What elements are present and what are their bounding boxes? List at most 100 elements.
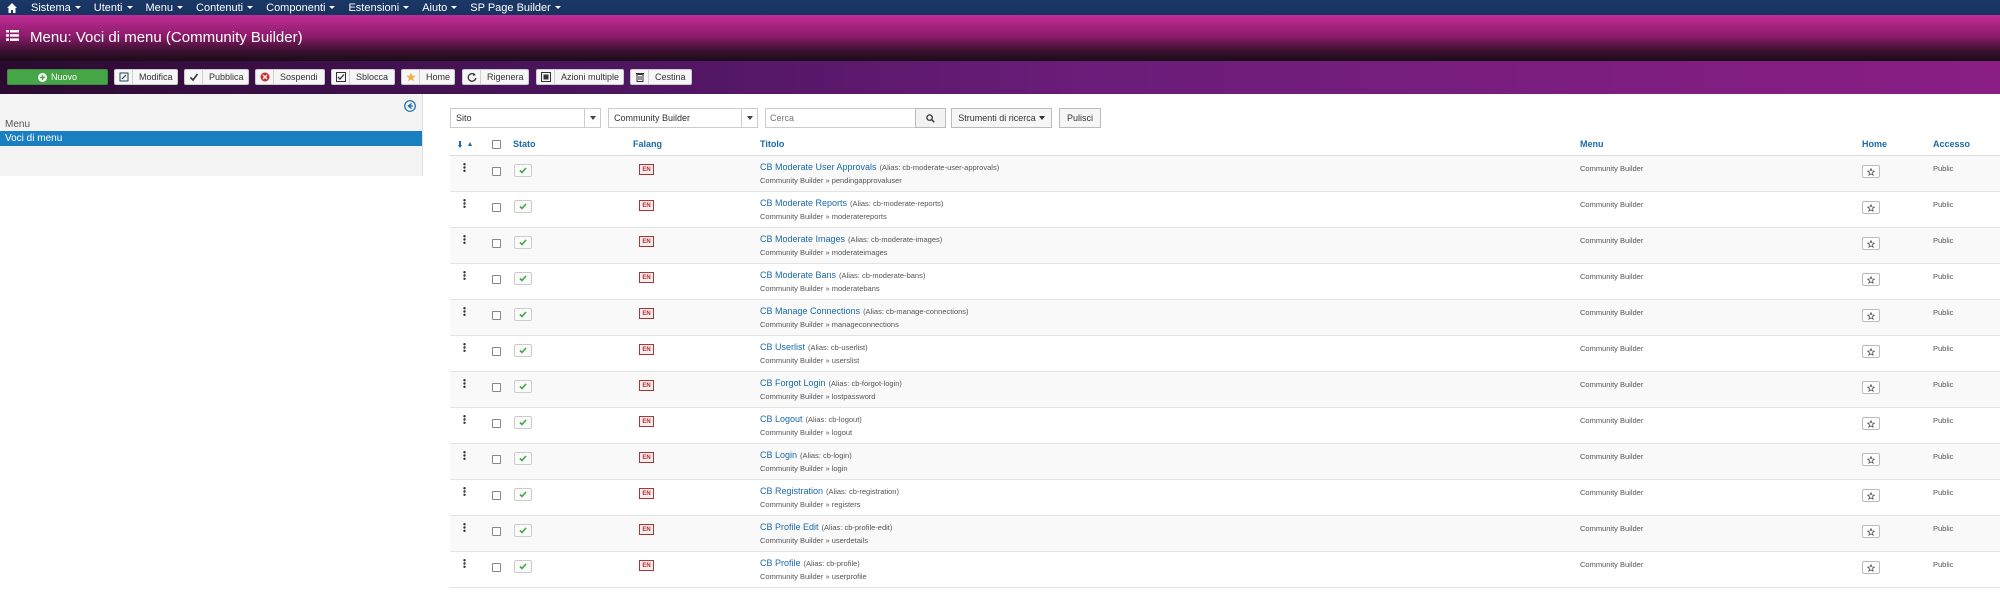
checkin-button[interactable]: Sblocca <box>331 69 395 85</box>
item-title-link[interactable]: CB Profile Edit <box>760 522 819 532</box>
row-checkbox[interactable] <box>492 491 501 500</box>
published-toggle[interactable] <box>514 164 532 177</box>
column-header-menu[interactable]: Menu <box>1580 139 1604 149</box>
row-checkbox[interactable] <box>492 455 501 464</box>
flag-icon[interactable]: EN <box>639 164 654 175</box>
flag-icon[interactable]: EN <box>639 452 654 463</box>
published-toggle[interactable] <box>514 488 532 501</box>
set-home-button[interactable] <box>1862 345 1880 358</box>
published-toggle[interactable] <box>514 200 532 213</box>
row-checkbox[interactable] <box>492 563 501 572</box>
row-checkbox[interactable] <box>492 239 501 248</box>
drag-handle-icon[interactable] <box>463 163 466 172</box>
set-home-button[interactable] <box>1862 381 1880 394</box>
row-checkbox[interactable] <box>492 203 501 212</box>
site-filter-select[interactable]: Sito <box>450 108 601 128</box>
item-title-link[interactable]: CB Moderate User Approvals <box>760 162 877 172</box>
set-home-button[interactable] <box>1862 489 1880 502</box>
set-home-button[interactable] <box>1862 453 1880 466</box>
drag-handle-icon[interactable] <box>463 451 466 460</box>
drag-handle-icon[interactable] <box>463 271 466 280</box>
published-toggle[interactable] <box>514 452 532 465</box>
item-title-link[interactable]: CB Moderate Reports <box>760 198 847 208</box>
row-checkbox[interactable] <box>492 383 501 392</box>
row-checkbox[interactable] <box>492 527 501 536</box>
flag-icon[interactable]: EN <box>639 416 654 427</box>
item-title-link[interactable]: CB Registration <box>760 486 823 496</box>
drag-handle-icon[interactable] <box>463 379 466 388</box>
drag-handle-icon[interactable] <box>463 487 466 496</box>
published-toggle[interactable] <box>514 380 532 393</box>
flag-icon[interactable]: EN <box>639 272 654 283</box>
row-checkbox[interactable] <box>492 419 501 428</box>
search-button[interactable] <box>915 108 946 128</box>
published-toggle[interactable] <box>514 416 532 429</box>
flag-icon[interactable]: EN <box>639 488 654 499</box>
collapse-sidebar-icon[interactable] <box>404 100 416 112</box>
column-header-access[interactable]: Accesso <box>1933 139 1970 149</box>
column-header-flag[interactable]: Falang <box>633 139 662 149</box>
flag-icon[interactable]: EN <box>639 308 654 319</box>
row-checkbox[interactable] <box>492 167 501 176</box>
item-title-link[interactable]: CB Manage Connections <box>760 306 860 316</box>
publish-button[interactable]: Pubblica <box>184 69 249 85</box>
drag-handle-icon[interactable] <box>463 199 466 208</box>
drag-handle-icon[interactable] <box>463 559 466 568</box>
set-home-button[interactable] <box>1862 309 1880 322</box>
batch-button[interactable]: Azioni multiple <box>536 69 624 85</box>
sort-order-icon[interactable] <box>458 140 476 148</box>
new-button[interactable]: Nuovo <box>7 69 108 85</box>
flag-icon[interactable]: EN <box>639 380 654 391</box>
row-checkbox[interactable] <box>492 275 501 284</box>
set-home-button[interactable] <box>1862 165 1880 178</box>
set-home-button[interactable] <box>1862 201 1880 214</box>
column-header-title[interactable]: Titolo <box>760 139 784 149</box>
item-title-link[interactable]: CB Forgot Login <box>760 378 826 388</box>
flag-icon[interactable]: EN <box>639 560 654 571</box>
select-all-checkbox[interactable] <box>492 140 501 149</box>
edit-button[interactable]: Modifica <box>114 69 178 85</box>
home-button[interactable]: Home <box>401 69 455 85</box>
drag-handle-icon[interactable] <box>463 307 466 316</box>
item-title-link[interactable]: CB Login <box>760 450 797 460</box>
item-title-link[interactable]: CB Profile <box>760 558 801 568</box>
item-title-link[interactable]: CB Logout <box>760 414 803 424</box>
item-title-link[interactable]: CB Userlist <box>760 342 805 352</box>
menu-filter-select[interactable]: Community Builder <box>608 108 758 128</box>
set-home-button[interactable] <box>1862 417 1880 430</box>
set-home-button[interactable] <box>1862 525 1880 538</box>
set-home-button[interactable] <box>1862 237 1880 250</box>
drag-handle-icon[interactable] <box>463 415 466 424</box>
search-tools-button[interactable]: Strumenti di ricerca <box>951 108 1052 128</box>
trash-button[interactable]: Cestina <box>630 69 692 85</box>
published-toggle[interactable] <box>514 236 532 249</box>
nav-menu[interactable]: Menu <box>146 2 184 14</box>
drag-handle-icon[interactable] <box>463 343 466 352</box>
nav-aiuto[interactable]: Aiuto <box>422 2 458 14</box>
clear-button[interactable]: Pulisci <box>1059 108 1101 128</box>
nav-sistema[interactable]: Sistema <box>31 2 81 14</box>
nav-sp-page-builder[interactable]: SP Page Builder <box>470 2 561 14</box>
unpublish-button[interactable]: Sospendi <box>255 69 325 85</box>
drag-handle-icon[interactable] <box>463 235 466 244</box>
published-toggle[interactable] <box>514 272 532 285</box>
flag-icon[interactable]: EN <box>639 236 654 247</box>
item-title-link[interactable]: CB Moderate Bans <box>760 270 836 280</box>
search-input[interactable] <box>765 108 919 128</box>
nav-utenti[interactable]: Utenti <box>94 2 133 14</box>
column-header-status[interactable]: Stato <box>513 139 536 149</box>
item-title-link[interactable]: CB Moderate Images <box>760 234 845 244</box>
nav-estensioni[interactable]: Estensioni <box>348 2 410 14</box>
set-home-button[interactable] <box>1862 561 1880 574</box>
row-checkbox[interactable] <box>492 311 501 320</box>
nav-componenti[interactable]: Componenti <box>266 2 336 14</box>
nav-contenuti[interactable]: Contenuti <box>196 2 254 14</box>
drag-handle-icon[interactable] <box>463 523 466 532</box>
sidebar-item-menu-items[interactable]: Voci di menu <box>0 131 422 146</box>
published-toggle[interactable] <box>514 524 532 537</box>
flag-icon[interactable]: EN <box>639 524 654 535</box>
flag-icon[interactable]: EN <box>639 200 654 211</box>
published-toggle[interactable] <box>514 344 532 357</box>
home-icon[interactable] <box>6 2 18 14</box>
published-toggle[interactable] <box>514 560 532 573</box>
